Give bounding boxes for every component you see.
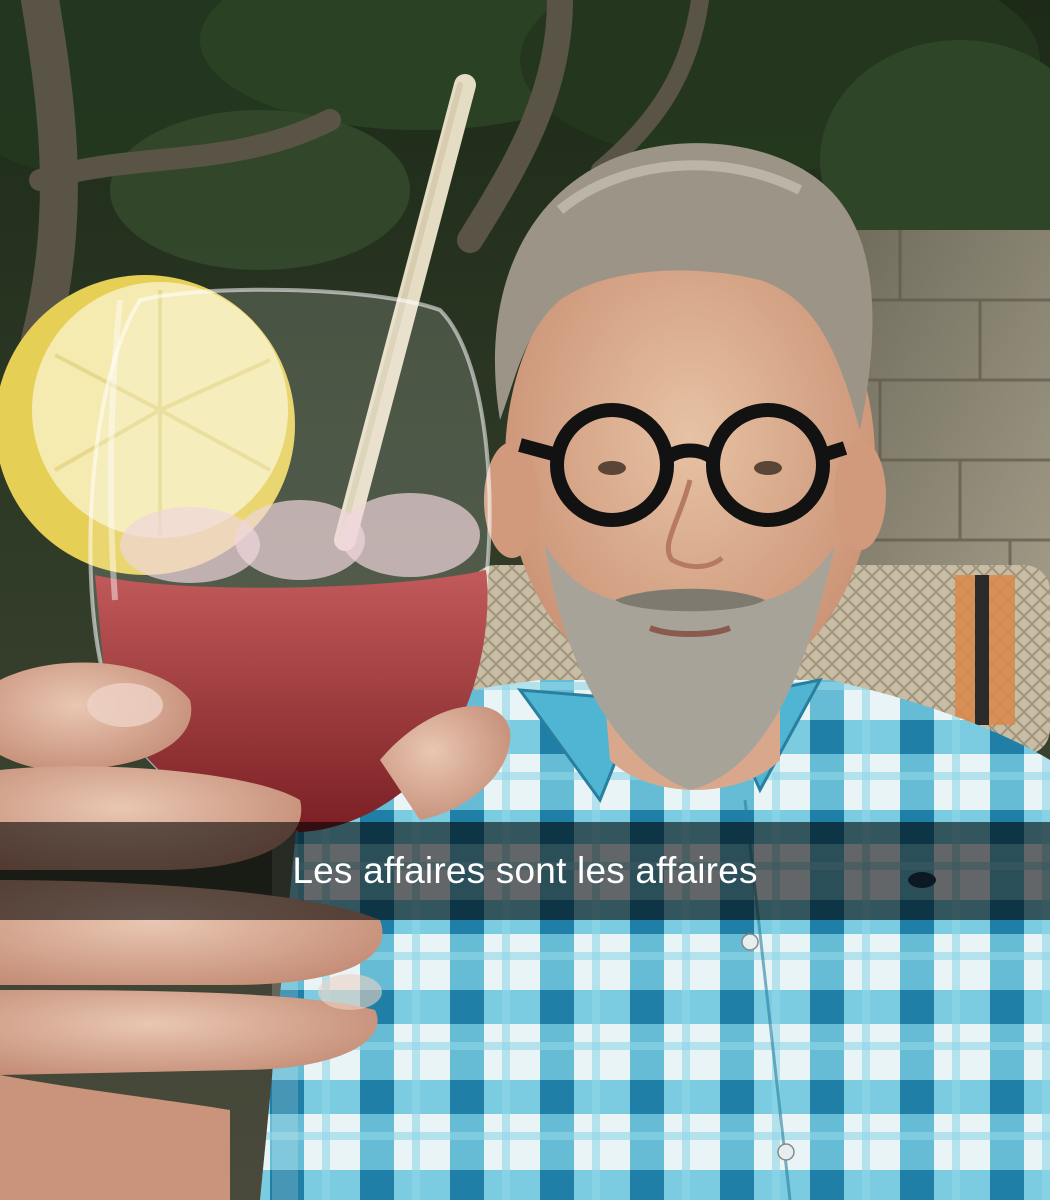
caption-text: Les affaires sont les affaires — [292, 850, 758, 891]
photo-scene — [0, 0, 1050, 1200]
snapchat-photo: Les affaires sont les affaires — [0, 0, 1050, 1200]
caption-bar: Les affaires sont les affaires — [0, 822, 1050, 920]
